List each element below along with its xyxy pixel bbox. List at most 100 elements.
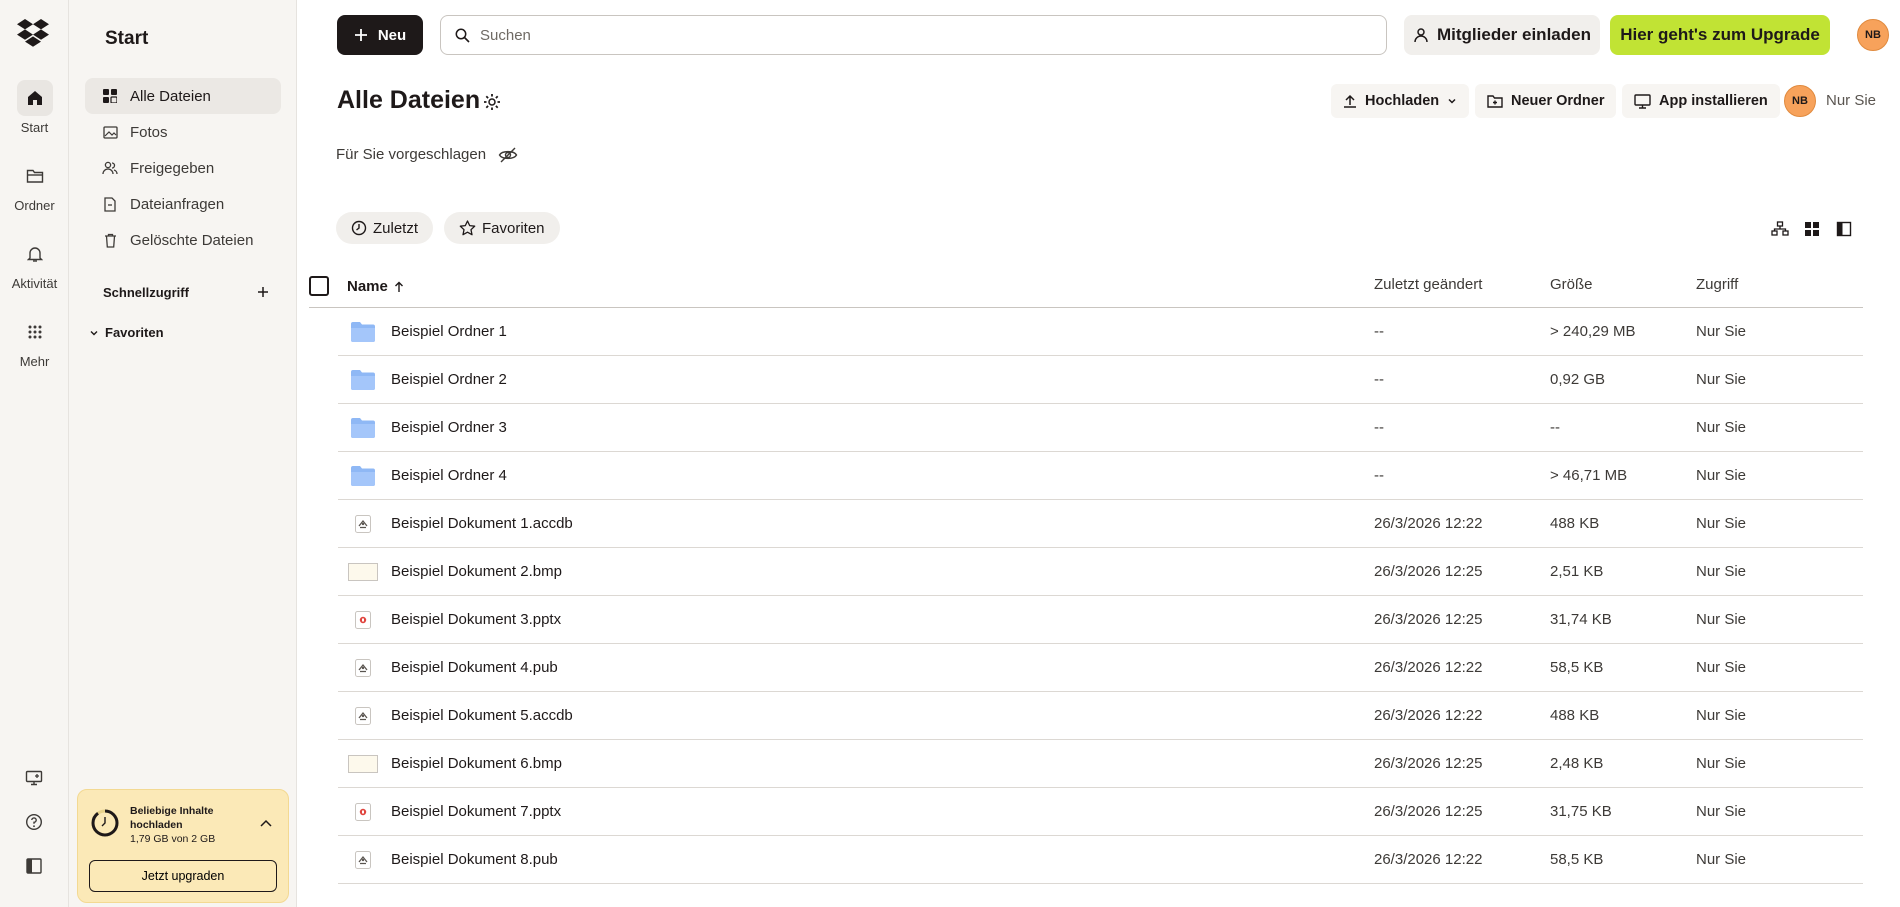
file-name[interactable]: Beispiel Dokument 8.pub	[391, 851, 558, 868]
file-access: Nur Sie	[1696, 803, 1747, 820]
table-row[interactable]: Beispiel Dokument 2.bmp 26/3/2026 12:25 2,…	[338, 548, 1863, 596]
rail-item-start[interactable]: Start	[0, 80, 69, 135]
sidebar-toggle-icon[interactable]	[16, 848, 52, 884]
upgrade-promo: Beliebige Inhalte hochladen 1,79 GB von …	[77, 789, 289, 903]
file-size: 2,51 KB	[1550, 563, 1604, 580]
file-generic-icon	[355, 659, 371, 677]
eye-hidden-icon[interactable]	[498, 147, 518, 163]
select-all-checkbox[interactable]	[309, 276, 329, 296]
file-access: Nur Sie	[1696, 755, 1747, 772]
table-header: Name Zuletzt geändert Größe Zugriff	[309, 268, 1863, 308]
table-row[interactable]: Beispiel Dokument 6.bmp 26/3/2026 12:25 2,…	[338, 740, 1863, 788]
file-name[interactable]: Beispiel Ordner 4	[391, 467, 507, 484]
sidebar-item-label: Fotos	[130, 123, 168, 141]
file-name[interactable]: Beispiel Dokument 5.accdb	[391, 707, 573, 724]
file-modified: --	[1374, 467, 1384, 484]
column-modified[interactable]: Zuletzt geändert	[1374, 276, 1482, 293]
sidebar-item-alle-dateien[interactable]: Alle Dateien	[85, 78, 281, 114]
table-row[interactable]: Beispiel Dokument 7.pptx 26/3/2026 12:25 3…	[338, 788, 1863, 836]
suggested-section[interactable]: Für Sie vorgeschlagen	[336, 146, 518, 163]
top-bar: Neu Mitglieder einladen Hier geht's zum …	[297, 0, 1900, 70]
file-size: 58,5 KB	[1550, 659, 1604, 676]
file-size: 58,5 KB	[1550, 851, 1604, 868]
storage-usage: 1,79 GB von 2 GB	[130, 833, 216, 845]
desktop-app-icon[interactable]	[16, 760, 52, 796]
table-row[interactable]: Beispiel Dokument 8.pub 26/3/2026 12:22 58…	[338, 836, 1863, 884]
table-row[interactable]: Beispiel Ordner 2 -- 0,92 GB Nur Sie	[338, 356, 1863, 404]
table-row[interactable]: Beispiel Dokument 1.accdb 26/3/2026 12:22…	[338, 500, 1863, 548]
file-size: > 46,71 MB	[1550, 467, 1628, 484]
help-icon[interactable]	[16, 804, 52, 840]
sidebar-item-dateianfragen[interactable]: Dateianfragen	[85, 186, 281, 222]
page-title: Alle Dateien	[337, 86, 481, 114]
shared-icon	[102, 160, 118, 176]
details-panel-icon[interactable]	[1833, 218, 1855, 240]
file-modified: 26/3/2026 12:25	[1374, 563, 1483, 580]
search-box[interactable]	[440, 15, 1387, 55]
new-button[interactable]: Neu	[337, 15, 423, 55]
rail-item-mehr[interactable]: Mehr	[0, 314, 69, 369]
sidebar-item-freigegeben[interactable]: Freigegeben	[85, 150, 281, 186]
bell-icon	[17, 236, 53, 272]
chevron-up-icon[interactable]	[258, 816, 274, 832]
file-modified: 26/3/2026 12:22	[1374, 707, 1483, 724]
rail-item-ordner[interactable]: Ordner	[0, 158, 69, 213]
sidebar-title: Start	[105, 28, 149, 49]
rail-item-aktivitaet[interactable]: Aktivität	[0, 236, 69, 291]
hierarchy-view-icon[interactable]	[1769, 218, 1791, 240]
owner-avatar[interactable]: NB	[1784, 85, 1816, 117]
upgrade-button[interactable]: Hier geht's zum Upgrade	[1610, 15, 1830, 55]
file-name[interactable]: Beispiel Ordner 1	[391, 323, 507, 340]
storage-gauge-icon	[91, 809, 119, 837]
file-icon-cell	[346, 416, 380, 440]
file-name[interactable]: Beispiel Dokument 1.accdb	[391, 515, 573, 532]
table-row[interactable]: Beispiel Dokument 5.accdb 26/3/2026 12:22…	[338, 692, 1863, 740]
install-app-button[interactable]: App installieren	[1622, 84, 1780, 118]
file-name[interactable]: Beispiel Ordner 3	[391, 419, 507, 436]
sidebar-item-geloeschte-dateien[interactable]: Gelöschte Dateien	[85, 222, 281, 258]
sidebar-item-label: Dateianfragen	[130, 195, 225, 213]
file-size: 2,48 KB	[1550, 755, 1604, 772]
sidebar-item-label: Gelöschte Dateien	[130, 231, 254, 249]
file-name[interactable]: Beispiel Dokument 2.bmp	[391, 563, 562, 580]
sidebar-item-fotos[interactable]: Fotos	[85, 114, 281, 150]
filter-recent-chip[interactable]: Zuletzt	[336, 212, 434, 244]
file-name[interactable]: Beispiel Dokument 4.pub	[391, 659, 558, 676]
table-row[interactable]: Beispiel Dokument 3.pptx 26/3/2026 12:25 3…	[338, 596, 1863, 644]
table-row[interactable]: Beispiel Ordner 1 -- > 240,29 MB Nur Sie	[338, 308, 1863, 356]
dropbox-logo-icon[interactable]	[17, 18, 49, 48]
column-access[interactable]: Zugriff	[1696, 276, 1738, 293]
promo-heading: Beliebige Inhalte hochladen	[130, 805, 214, 831]
file-modified: 26/3/2026 12:25	[1374, 755, 1483, 772]
file-size: 488 KB	[1550, 515, 1600, 532]
table-row[interactable]: Beispiel Ordner 4 -- > 46,71 MB Nur Sie	[338, 452, 1863, 500]
photo-icon	[102, 124, 118, 140]
file-name[interactable]: Beispiel Dokument 3.pptx	[391, 611, 561, 628]
pptx-file-icon	[355, 611, 371, 629]
grid-view-icon[interactable]	[1801, 218, 1823, 240]
column-name[interactable]: Name	[347, 278, 404, 295]
file-icon-cell	[346, 320, 380, 344]
favorites-toggle[interactable]: Favoriten	[89, 325, 164, 340]
invite-members-button[interactable]: Mitglieder einladen	[1404, 15, 1600, 55]
upgrade-now-button[interactable]: Jetzt upgraden	[89, 860, 277, 892]
file-icon-cell	[346, 560, 380, 584]
file-modified: 26/3/2026 12:22	[1374, 515, 1483, 532]
filter-favorites-chip[interactable]: Favoriten	[444, 212, 560, 244]
file-name[interactable]: Beispiel Ordner 2	[391, 371, 507, 388]
upload-button[interactable]: Hochladen	[1331, 84, 1470, 118]
table-row[interactable]: Beispiel Dokument 4.pub 26/3/2026 12:22 58…	[338, 644, 1863, 692]
new-folder-button[interactable]: Neuer Ordner	[1475, 84, 1617, 118]
upload-icon	[1344, 94, 1356, 108]
file-name[interactable]: Beispiel Dokument 6.bmp	[391, 755, 562, 772]
file-name[interactable]: Beispiel Dokument 7.pptx	[391, 803, 561, 820]
search-input[interactable]	[480, 16, 1386, 54]
add-quick-access-icon[interactable]	[252, 281, 274, 303]
table-row[interactable]: Beispiel Ordner 3 -- -- Nur Sie	[338, 404, 1863, 452]
install-app-label: App installieren	[1659, 93, 1768, 109]
gear-icon[interactable]	[482, 92, 502, 112]
plus-icon	[354, 29, 367, 41]
folder-icon	[351, 418, 375, 438]
column-size[interactable]: Größe	[1550, 276, 1593, 293]
avatar[interactable]: NB	[1857, 19, 1889, 51]
